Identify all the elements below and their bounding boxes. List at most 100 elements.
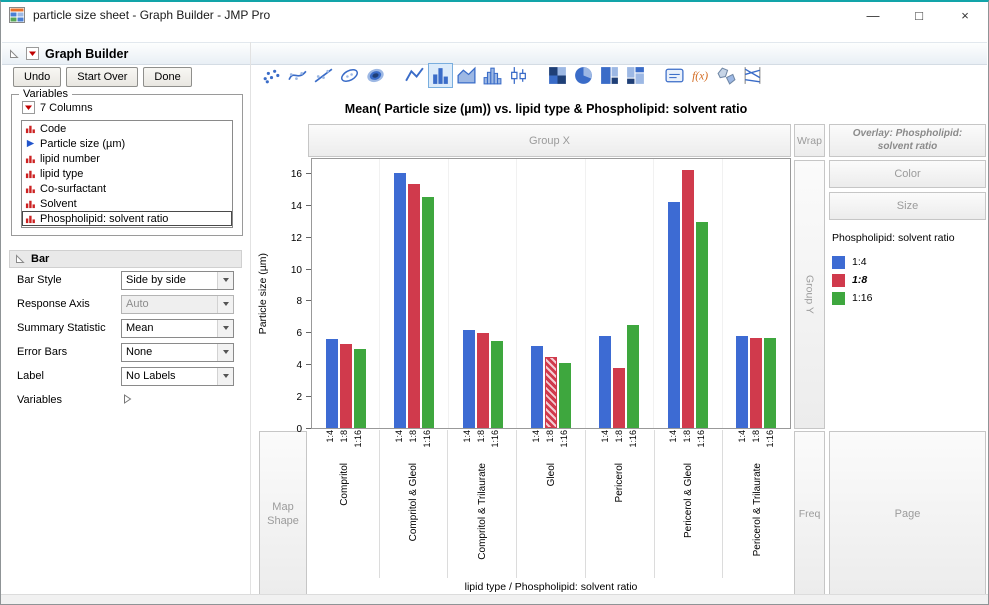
x-tick-label[interactable]: 1:8 [751,430,763,443]
heatmap-element-icon[interactable] [545,63,570,88]
category-label[interactable]: Pericerol [614,463,625,502]
column-item-co-surfactant[interactable]: Co-surfactant [22,181,232,196]
bar-compritol-gleol-1-16[interactable] [422,196,435,428]
x-tick-label[interactable]: 1:16 [422,430,434,448]
treemap-element-icon[interactable] [597,63,622,88]
x-tick-label[interactable]: 1:4 [462,430,474,443]
x-tick-label[interactable]: 1:8 [545,430,557,443]
undo-button[interactable]: Undo [13,67,62,87]
bar-pericerol-1-4[interactable] [599,336,612,428]
y-axis[interactable]: 0 2 4 6 8 10 12 14 16 [271,158,311,435]
red-triangle-menu-icon[interactable] [26,47,39,60]
bar-gleol-1-8[interactable] [544,356,557,428]
bar-pericerol-gleol-1-4[interactable] [667,201,680,428]
bar-pericerol-1-16[interactable] [627,325,640,428]
variables-disclosure-icon[interactable] [121,393,133,408]
label-dropdown[interactable]: No Labels [121,366,234,386]
x-tick-label[interactable]: 1:16 [696,430,708,448]
color-dropzone[interactable]: Color [829,160,986,188]
bar-compritol-trilaurate-1-8[interactable] [476,333,489,428]
line-element-icon[interactable] [402,63,427,88]
x-tick-label[interactable]: 1:4 [325,430,337,443]
x-tick-label[interactable]: 1:8 [339,430,351,443]
x-tick-label[interactable]: 1:8 [614,430,626,443]
box-plot-element-icon[interactable] [506,63,531,88]
x-tick-label[interactable]: 1:16 [559,430,571,448]
bar-pericerol-gleol-1-16[interactable] [695,222,708,428]
plot-area[interactable] [311,158,791,429]
x-axis-labels[interactable]: 1:4 1:8 1:16 Compritol 1:4 1:8 1:16 Compritol &… [311,430,791,578]
bar-compritol-1-16[interactable] [353,348,366,428]
wrap-dropzone[interactable]: Wrap [794,124,825,157]
done-button[interactable]: Done [143,67,192,87]
legend-item-1-4[interactable]: 1:4 [832,253,984,271]
bar-pericerol-trilaurate-1-8[interactable] [750,337,763,428]
category-label[interactable]: Pericerol & Gleol [683,463,694,538]
category-label[interactable]: Compritol & Trilaurate [477,463,488,560]
histogram-element-icon[interactable] [480,63,505,88]
error-bars-dropdown[interactable]: None [121,342,234,362]
bar-collapse-triangle-icon[interactable] [14,253,26,265]
points-element-icon[interactable] [259,63,284,88]
category-label[interactable]: Compritol & Gleol [408,463,419,541]
legend-item-1-16[interactable]: 1:16 [832,289,984,307]
column-item-code[interactable]: Code [22,121,232,136]
group-x-dropzone[interactable]: Group X [308,124,791,157]
maximize-button[interactable]: □ [896,2,942,28]
parallel-plot-element-icon[interactable] [740,63,765,88]
formula-element-icon[interactable]: f(x) [688,63,713,88]
bar-gleol-1-16[interactable] [558,363,571,428]
bar-compritol-trilaurate-1-16[interactable] [490,340,503,428]
collapse-triangle-icon[interactable] [8,48,20,60]
mosaic-element-icon[interactable] [623,63,648,88]
x-tick-label[interactable]: 1:4 [531,430,543,443]
bar-pericerol-1-8[interactable] [613,367,626,428]
x-tick-label[interactable]: 1:8 [476,430,488,443]
x-tick-label[interactable]: 1:4 [668,430,680,443]
map-shape-dropzone[interactable]: Map Shape [259,431,307,597]
bar-compritol-trilaurate-1-4[interactable] [462,329,475,428]
x-tick-label[interactable]: 1:4 [600,430,612,443]
category-label[interactable]: Gleol [546,463,557,486]
bar-element-icon[interactable] [428,63,453,88]
column-item-phospholipid-solvent-ratio[interactable]: Phospholipid: solvent ratio [22,211,232,226]
x-tick-label[interactable]: 1:8 [408,430,420,443]
bar-pericerol-trilaurate-1-16[interactable] [764,337,777,428]
summary-statistic-dropdown[interactable]: Mean [121,318,234,338]
page-dropzone[interactable]: Page [829,431,986,597]
x-tick-label[interactable]: 1:16 [353,430,365,448]
category-label[interactable]: Pericerol & Trilaurate [752,463,763,556]
map-shapes-element-icon[interactable] [714,63,739,88]
column-item-lipid-number[interactable]: lipid number [22,151,232,166]
group-y-dropzone[interactable]: Group Y [794,160,825,429]
freq-dropzone[interactable]: Freq [794,431,825,597]
panel-splitter[interactable] [250,42,251,594]
x-tick-label[interactable]: 1:4 [737,430,749,443]
contour-element-icon[interactable] [363,63,388,88]
bar-compritol-1-8[interactable] [339,344,352,428]
area-element-icon[interactable] [454,63,479,88]
category-label[interactable]: Compritol [339,463,350,506]
columns-red-triangle-icon[interactable] [22,101,35,114]
start-over-button[interactable]: Start Over [66,67,139,87]
column-item-particle-size-m[interactable]: Particle size (µm) [22,136,232,151]
bar-compritol-gleol-1-8[interactable] [408,184,421,428]
caption-box-element-icon[interactable] [662,63,687,88]
bar-gleol-1-4[interactable] [530,345,543,428]
overlay-dropzone[interactable]: Overlay: Phospholipid: solvent ratio [829,124,986,157]
size-dropzone[interactable]: Size [829,192,986,220]
bar-style-dropdown[interactable]: Side by side [121,270,234,290]
pie-element-icon[interactable] [571,63,596,88]
x-tick-label[interactable]: 1:16 [765,430,777,448]
legend-item-1-8[interactable]: 1:8 [832,271,984,289]
column-item-solvent[interactable]: Solvent [22,196,232,211]
close-button[interactable]: × [942,2,988,28]
line-of-fit-element-icon[interactable] [311,63,336,88]
bar-compritol-gleol-1-4[interactable] [394,173,407,428]
bar-pericerol-trilaurate-1-4[interactable] [736,336,749,428]
ellipse-element-icon[interactable] [337,63,362,88]
x-tick-label[interactable]: 1:16 [490,430,502,448]
bar-compritol-1-4[interactable] [325,339,338,428]
column-item-lipid-type[interactable]: lipid type [22,166,232,181]
x-tick-label[interactable]: 1:4 [394,430,406,443]
